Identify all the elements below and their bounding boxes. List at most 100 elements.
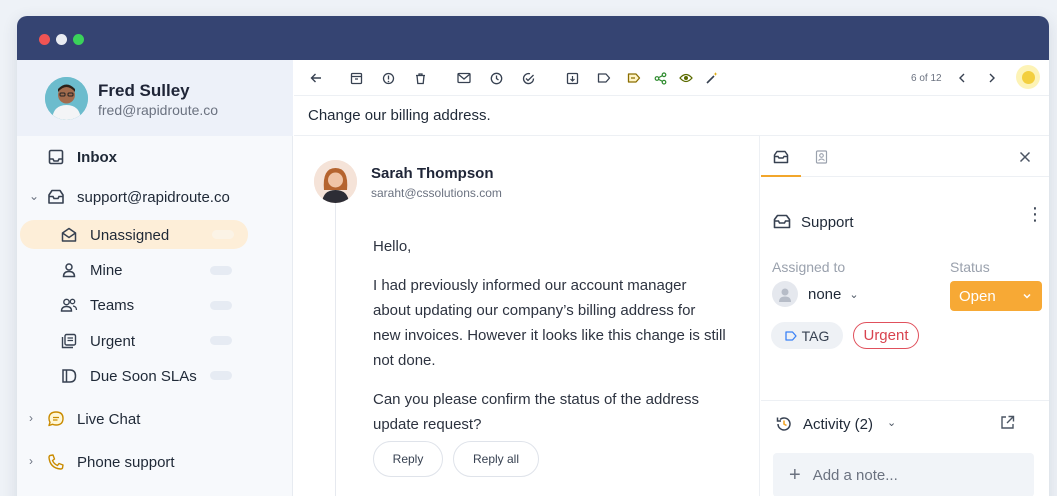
- inbox-tray-icon: [773, 150, 789, 168]
- sidebar-item-label: Unassigned: [90, 226, 170, 244]
- sidebar-item-label: Mine: [90, 261, 123, 279]
- add-tag-button[interactable]: TAG: [771, 322, 843, 349]
- activity-toggle[interactable]: Activity (2): [803, 416, 873, 433]
- more-vertical-icon[interactable]: ⋮: [1026, 205, 1044, 223]
- minimize-window-button[interactable]: [56, 34, 67, 45]
- external-link-icon[interactable]: [1000, 415, 1015, 435]
- status-label: Status: [950, 259, 990, 275]
- phone-icon: [47, 453, 65, 471]
- sidebar-item-unassigned[interactable]: Unassigned: [60, 220, 169, 250]
- sidebar-group-support[interactable]: support@rapidroute.co: [47, 182, 230, 212]
- conversation-pane: Sarah Thompson saraht@cssolutions.com He…: [294, 136, 760, 496]
- sidebar: Fred Sulley fred@rapidroute.co Inbox ⌄ s…: [17, 60, 293, 496]
- sla-icon: [60, 367, 78, 385]
- urgent-tag[interactable]: Urgent: [853, 322, 919, 349]
- sidebar-group-phone-support[interactable]: Phone support: [47, 447, 175, 477]
- chevron-down-icon[interactable]: ⌄: [887, 416, 896, 429]
- details-panel: Support ⋮ Assigned to Status none ⌄ Open…: [761, 136, 1049, 496]
- count-badge: [210, 266, 232, 275]
- title-bar: [17, 16, 1049, 60]
- chat-bubble-icon: [47, 410, 65, 428]
- inbox-tray-icon: [47, 188, 65, 206]
- note-placeholder: Add a note...: [812, 466, 898, 484]
- message-line: update request?: [373, 416, 482, 433]
- sender-email: saraht@cssolutions.com: [371, 186, 502, 200]
- contact-card-icon: [815, 150, 828, 168]
- info-icon[interactable]: [380, 70, 396, 86]
- tab-contact[interactable]: [815, 150, 828, 169]
- pager-label: 6 of 12: [911, 73, 942, 84]
- sidebar-group-label: Phone support: [77, 453, 175, 471]
- sidebar-group-live-chat[interactable]: Live Chat: [47, 404, 140, 434]
- check-circle-icon[interactable]: [520, 70, 536, 86]
- activity-history-icon: [775, 415, 793, 438]
- message-greeting: Hello,: [373, 238, 412, 255]
- mail-icon[interactable]: [456, 70, 472, 86]
- count-badge: [210, 371, 232, 380]
- message-paragraph: Can you please confirm the status of the…: [373, 387, 733, 437]
- chevron-down-icon[interactable]: ⌄: [29, 189, 39, 203]
- users-icon: [60, 296, 78, 314]
- message-line: I had previously informed our account ma…: [373, 277, 687, 294]
- archive-icon[interactable]: [348, 70, 364, 86]
- sidebar-item-urgent[interactable]: Urgent: [60, 326, 135, 356]
- inbox-icon: [47, 148, 65, 166]
- clock-icon[interactable]: [488, 70, 504, 86]
- user-avatar: [45, 77, 88, 120]
- message-line: not done.: [373, 352, 436, 369]
- tag-icon[interactable]: [596, 70, 612, 86]
- sender-name: Sarah Thompson: [371, 165, 494, 182]
- conversation-subject: Change our billing address.: [308, 107, 491, 124]
- assignee-value: none: [808, 285, 842, 303]
- share-nodes-icon[interactable]: [652, 70, 668, 86]
- app-window: Fred Sulley fred@rapidroute.co Inbox ⌄ s…: [17, 16, 1049, 496]
- maximize-window-button[interactable]: [73, 34, 84, 45]
- user-status-avatar[interactable]: [1016, 65, 1040, 89]
- trash-icon[interactable]: [412, 70, 428, 86]
- profile-card[interactable]: Fred Sulley fred@rapidroute.co: [17, 60, 293, 136]
- sidebar-item-mine[interactable]: Mine: [60, 255, 123, 285]
- close-window-button[interactable]: [39, 34, 50, 45]
- reply-button[interactable]: Reply: [373, 441, 443, 477]
- subject-bar: Change our billing address.: [294, 96, 1049, 136]
- reply-all-button[interactable]: Reply all: [453, 441, 539, 477]
- move-to-icon[interactable]: [564, 70, 580, 86]
- sidebar-group-label: Live Chat: [77, 410, 141, 428]
- sender-avatar: [314, 160, 357, 203]
- magic-wand-icon[interactable]: [704, 70, 720, 86]
- sidebar-item-due-soon-slas[interactable]: Due Soon SLAs: [60, 361, 197, 391]
- back-arrow-icon[interactable]: [308, 70, 324, 86]
- assigned-label: Assigned to: [772, 259, 846, 275]
- sidebar-item-teams[interactable]: Teams: [60, 290, 134, 320]
- sidebar-item-label: Due Soon SLAs: [90, 367, 197, 385]
- count-badge: [212, 230, 234, 239]
- user-icon: [60, 261, 78, 279]
- count-badge: [210, 301, 232, 310]
- tag-label: TAG: [801, 327, 830, 344]
- stack-icon: [60, 332, 78, 350]
- divider: [761, 400, 1049, 401]
- sidebar-item-inbox[interactable]: Inbox: [47, 142, 117, 172]
- inbox-name: Support: [801, 214, 854, 231]
- close-icon[interactable]: [1019, 150, 1031, 168]
- chevron-right-icon[interactable]: ›: [29, 454, 33, 468]
- chevron-left-icon[interactable]: [954, 70, 970, 86]
- add-note-input[interactable]: + Add a note...: [773, 453, 1034, 496]
- eye-icon[interactable]: [678, 70, 694, 86]
- message-line: about updating our company’s billing add…: [373, 302, 696, 319]
- tab-conversation[interactable]: [773, 150, 789, 169]
- status-dropdown[interactable]: Open: [950, 281, 1042, 311]
- inbox-tray-icon: [773, 214, 791, 234]
- sidebar-group-label: support@rapidroute.co: [77, 188, 230, 206]
- label-icon[interactable]: [626, 70, 642, 86]
- avatar-placeholder-icon: [772, 281, 798, 307]
- assignee-select[interactable]: none ⌄: [772, 281, 859, 307]
- count-badge: [210, 336, 232, 345]
- chevron-right-icon[interactable]: [984, 70, 1000, 86]
- sidebar-item-label: Inbox: [77, 148, 117, 166]
- profile-name: Fred Sulley: [98, 81, 190, 100]
- tag-icon: [784, 328, 797, 344]
- thread-line: [335, 202, 336, 496]
- chevron-right-icon[interactable]: ›: [29, 411, 33, 425]
- chevron-down-icon: [1022, 288, 1032, 305]
